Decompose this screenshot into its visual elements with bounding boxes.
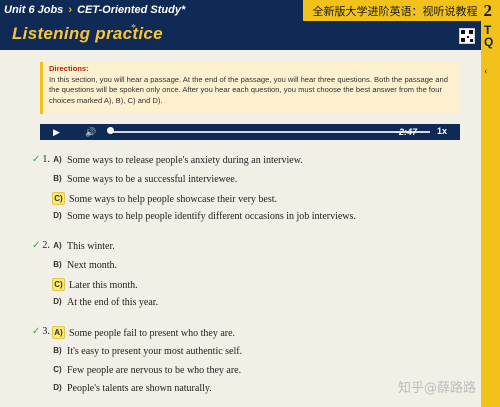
- option-3c[interactable]: C) Few people are nervous to be who they …: [52, 364, 241, 376]
- option-letter: D): [53, 211, 62, 220]
- option-text: Some people fail to present who they are…: [69, 328, 236, 339]
- expand-arrow-icon[interactable]: ‹: [484, 65, 488, 77]
- option-1a[interactable]: A) Some ways to release people's anxiety …: [52, 154, 303, 166]
- audio-player: ▶ 🔊 -2:47 1x: [40, 124, 460, 140]
- option-2b[interactable]: B) Next month.: [52, 259, 117, 271]
- option-2a[interactable]: A) This winter.: [52, 240, 115, 252]
- question-number: 2.: [42, 240, 50, 251]
- option-2c[interactable]: C) Later this month.: [52, 278, 138, 291]
- side-panel-tab[interactable]: T Q: [484, 24, 500, 48]
- option-1d[interactable]: D) Some ways to help people identify diff…: [52, 210, 356, 222]
- question-2: ✓ 2.: [32, 240, 50, 251]
- option-text: Some ways to be a successful interviewee…: [67, 174, 238, 185]
- option-text: People's talents are shown naturally.: [67, 383, 212, 394]
- option-text: Some ways to help people identify differ…: [67, 211, 356, 222]
- progress-thumb[interactable]: [107, 127, 114, 134]
- option-letter: D): [53, 383, 62, 392]
- question-number: 1.: [42, 154, 50, 165]
- qr-code-icon[interactable]: [459, 28, 475, 44]
- watermark: 知乎@薛路路: [398, 381, 477, 396]
- volume-icon[interactable]: 🔊: [85, 127, 96, 138]
- directions-text: In this section, you will hear a passage…: [49, 74, 448, 105]
- option-text: Next month.: [67, 260, 117, 271]
- option-1b[interactable]: B) Some ways to be a successful interview…: [52, 173, 237, 185]
- progress-track[interactable]: [110, 131, 430, 133]
- breadcrumb-separator: ›: [68, 4, 73, 16]
- option-text: This winter.: [67, 241, 115, 252]
- title-star-icon: *: [131, 23, 136, 34]
- course-name: 全新版大学进阶英语：视听说教程: [312, 5, 478, 18]
- option-text: Some ways to help people showcase their …: [69, 194, 278, 205]
- option-text: At the end of this year.: [67, 297, 159, 308]
- check-icon: ✓: [32, 326, 41, 337]
- option-letter-selected: C): [52, 278, 65, 291]
- play-icon[interactable]: ▶: [53, 127, 60, 138]
- option-text: Few people are nervous to be who they ar…: [67, 365, 242, 376]
- speed-button[interactable]: 1x: [437, 126, 447, 136]
- question-1: ✓ 1.: [32, 154, 50, 165]
- breadcrumb-section[interactable]: CET-Oriented Study: [77, 4, 181, 16]
- top-bar: Unit 6 Jobs › CET-Oriented Study* 全新版大学进…: [0, 0, 500, 21]
- option-letter: D): [53, 297, 62, 306]
- check-icon: ✓: [32, 154, 41, 165]
- option-letter: C): [53, 365, 62, 374]
- question-number: 3.: [42, 326, 50, 337]
- option-text: Some ways to release people's anxiety du…: [67, 155, 303, 166]
- section-header: Listening practice *: [0, 21, 500, 50]
- option-letter: B): [53, 260, 62, 269]
- option-2d[interactable]: D) At the end of this year.: [52, 296, 158, 308]
- option-3b[interactable]: B) It's easy to present your most authent…: [52, 345, 242, 357]
- question-3: ✓ 3.: [32, 326, 50, 337]
- option-letter: A): [53, 241, 62, 250]
- course-volume: 2: [483, 1, 493, 20]
- option-text: Later this month.: [69, 280, 138, 291]
- option-letter: A): [53, 155, 62, 164]
- option-1c[interactable]: C) Some ways to help people showcase thei…: [52, 192, 277, 205]
- breadcrumb: Unit 6 Jobs › CET-Oriented Study*: [4, 3, 191, 18]
- check-icon: ✓: [32, 240, 41, 251]
- course-title: 全新版大学进阶英语：视听说教程 2: [302, 0, 500, 21]
- page-title: Listening practice: [12, 24, 163, 43]
- directions-label: Directions:: [49, 64, 89, 73]
- option-3a[interactable]: A) Some people fail to present who they a…: [52, 326, 235, 339]
- side-panel[interactable]: T Q ‹: [481, 21, 500, 407]
- option-letter: B): [53, 346, 62, 355]
- option-letter-selected: C): [52, 192, 65, 205]
- directions-box: Directions: In this section, you will he…: [40, 62, 460, 114]
- option-3d[interactable]: D) People's talents are shown naturally.: [52, 382, 212, 394]
- option-text: It's easy to present your most authentic…: [67, 346, 243, 357]
- option-letter: B): [53, 174, 62, 183]
- breadcrumb-unit[interactable]: Unit 6 Jobs: [4, 4, 63, 16]
- breadcrumb-star: *: [181, 4, 186, 16]
- option-letter-selected: A): [52, 326, 65, 339]
- time-remaining: -2:47: [396, 127, 418, 137]
